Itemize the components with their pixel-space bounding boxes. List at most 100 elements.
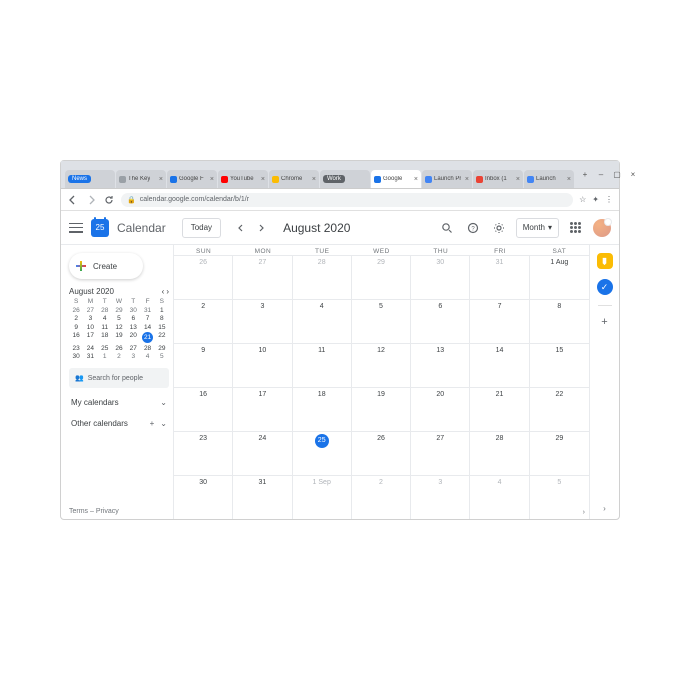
mini-day-cell[interactable]: 1 (98, 353, 112, 360)
day-cell[interactable]: 24 (233, 432, 292, 475)
mini-day-cell[interactable]: 27 (83, 307, 97, 314)
browser-tab[interactable]: Work (320, 170, 370, 188)
mini-day-cell[interactable]: 2 (69, 315, 83, 322)
mini-day-cell[interactable]: 5 (155, 353, 169, 360)
browser-tab[interactable]: Google F× (167, 170, 217, 188)
reload-button[interactable] (103, 194, 115, 206)
maximize-button[interactable]: ▢ (612, 170, 622, 179)
day-cell[interactable]: 3 (233, 300, 292, 343)
day-cell[interactable]: 15 (530, 344, 589, 387)
day-cell[interactable]: 2 (174, 300, 233, 343)
browser-tab[interactable]: Google× (371, 170, 421, 188)
minimize-button[interactable]: – (596, 170, 606, 179)
day-cell[interactable]: 19 (352, 388, 411, 431)
mini-day-cell[interactable]: 3 (126, 353, 140, 360)
addons-button[interactable]: + (601, 316, 607, 328)
mini-day-cell[interactable]: 8 (155, 315, 169, 322)
expand-button[interactable]: › (583, 509, 585, 516)
day-cell[interactable]: 4 (470, 476, 529, 519)
prev-period-button[interactable] (233, 220, 249, 236)
browser-tab[interactable]: The Key× (116, 170, 166, 188)
day-cell[interactable]: 30 (411, 256, 470, 299)
search-people-input[interactable]: 👥 Search for people (69, 368, 169, 388)
mini-day-cell[interactable]: 4 (140, 353, 154, 360)
mini-day-cell[interactable]: 1 (155, 307, 169, 314)
day-cell[interactable]: 14 (470, 344, 529, 387)
day-cell[interactable]: 27 (233, 256, 292, 299)
close-tab-icon[interactable]: × (210, 176, 214, 183)
day-cell[interactable]: 1 Aug (530, 256, 589, 299)
mini-day-cell[interactable]: 6 (126, 315, 140, 322)
other-calendars-section[interactable]: Other calendars + ⌄ (69, 417, 169, 430)
day-cell[interactable]: 25 (293, 432, 352, 475)
day-cell[interactable]: 26 (352, 432, 411, 475)
mini-day-cell[interactable]: 16 (69, 332, 83, 343)
mini-day-cell[interactable]: 24 (83, 345, 97, 352)
day-cell[interactable]: 29 (352, 256, 411, 299)
search-icon[interactable] (438, 219, 456, 237)
mini-day-cell[interactable]: 26 (69, 307, 83, 314)
browser-tab[interactable]: Inbox (1× (473, 170, 523, 188)
forward-button[interactable] (85, 194, 97, 206)
mini-day-cell[interactable]: 7 (140, 315, 154, 322)
day-cell[interactable]: 17 (233, 388, 292, 431)
day-cell[interactable]: 12 (352, 344, 411, 387)
main-menu-button[interactable] (69, 223, 83, 233)
day-cell[interactable]: 5› (530, 476, 589, 519)
day-cell[interactable]: 1 Sep (293, 476, 352, 519)
day-cell[interactable]: 6 (411, 300, 470, 343)
support-icon[interactable]: ? (464, 219, 482, 237)
add-calendar-button[interactable]: + (150, 419, 155, 428)
mini-day-cell[interactable]: 26 (112, 345, 126, 352)
day-cell[interactable]: 23 (174, 432, 233, 475)
day-cell[interactable]: 30 (174, 476, 233, 519)
tasks-icon[interactable]: ✓ (597, 279, 613, 295)
address-bar[interactable]: 🔒 calendar.google.com/calendar/b/1/r (121, 193, 573, 207)
my-calendars-section[interactable]: My calendars ⌄ (69, 396, 169, 409)
mini-day-cell[interactable]: 3 (83, 315, 97, 322)
mini-day-cell[interactable]: 2 (112, 353, 126, 360)
view-selector[interactable]: Month ▾ (516, 218, 559, 238)
chevron-down-icon[interactable]: ⌄ (160, 419, 167, 428)
close-tab-icon[interactable]: × (312, 176, 316, 183)
mini-day-cell[interactable]: 29 (155, 345, 169, 352)
browser-menu-icon[interactable]: ⋮ (605, 195, 613, 204)
newtab-button[interactable]: + (580, 170, 590, 179)
day-cell[interactable]: 22 (530, 388, 589, 431)
browser-tab[interactable]: Chrome× (269, 170, 319, 188)
day-cell[interactable]: 28 (293, 256, 352, 299)
mini-day-cell[interactable]: 31 (83, 353, 97, 360)
hide-panel-button[interactable]: › (603, 504, 606, 513)
day-cell[interactable]: 5 (352, 300, 411, 343)
mini-day-cell[interactable]: 23 (69, 345, 83, 352)
mini-day-cell[interactable]: 31 (140, 307, 154, 314)
day-cell[interactable]: 31 (470, 256, 529, 299)
close-tab-icon[interactable]: × (414, 176, 418, 183)
close-tab-icon[interactable]: × (261, 176, 265, 183)
today-button[interactable]: Today (182, 218, 221, 238)
day-cell[interactable]: 26 (174, 256, 233, 299)
chevron-down-icon[interactable]: ⌄ (160, 398, 167, 407)
mini-day-cell[interactable]: 21 (142, 332, 153, 343)
day-cell[interactable]: 2 (352, 476, 411, 519)
day-cell[interactable]: 10 (233, 344, 292, 387)
mini-day-cell[interactable]: 27 (126, 345, 140, 352)
mini-day-cell[interactable]: 11 (98, 324, 112, 331)
mini-prev-button[interactable]: ‹ (162, 287, 165, 296)
mini-next-button[interactable]: › (166, 287, 169, 296)
mini-day-cell[interactable]: 18 (98, 332, 112, 343)
browser-tab[interactable]: News (65, 170, 115, 188)
mini-day-cell[interactable]: 9 (69, 324, 83, 331)
gear-icon[interactable] (490, 219, 508, 237)
day-cell[interactable]: 16 (174, 388, 233, 431)
mini-day-cell[interactable]: 10 (83, 324, 97, 331)
day-cell[interactable]: 18 (293, 388, 352, 431)
mini-day-cell[interactable]: 12 (112, 324, 126, 331)
browser-tab[interactable]: Launch Pr× (422, 170, 472, 188)
mini-day-cell[interactable]: 5 (112, 315, 126, 322)
mini-day-cell[interactable]: 20 (126, 332, 140, 343)
close-tab-icon[interactable]: × (567, 176, 571, 183)
day-cell[interactable]: 29 (530, 432, 589, 475)
mini-day-cell[interactable]: 19 (112, 332, 126, 343)
day-cell[interactable]: 11 (293, 344, 352, 387)
